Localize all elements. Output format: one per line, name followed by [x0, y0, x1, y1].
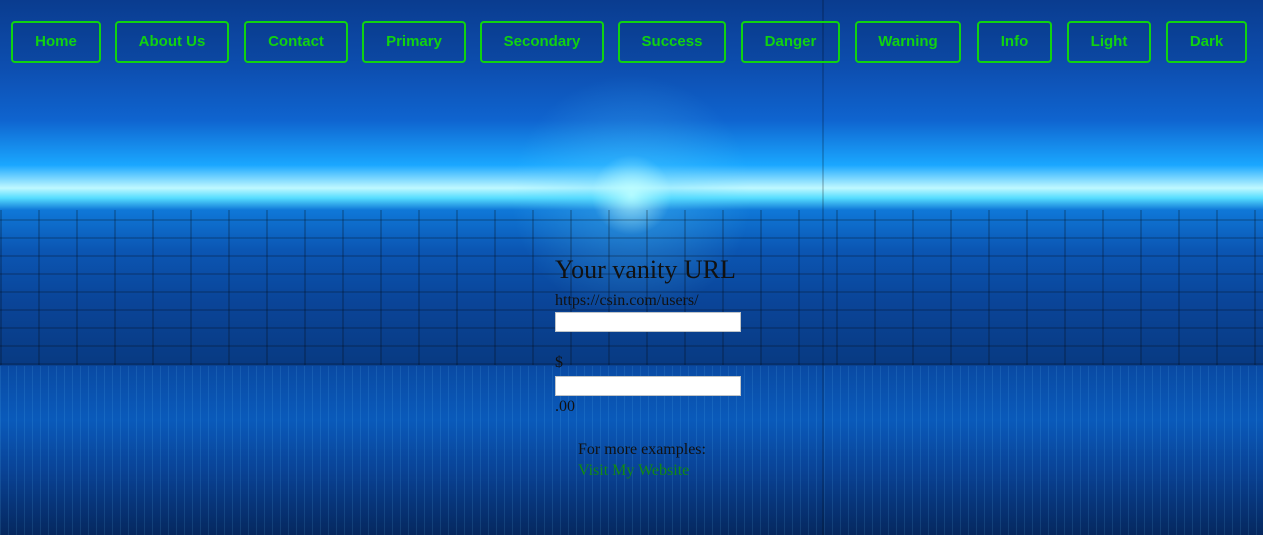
- more-examples-section: For more examples: Visit My Website: [555, 439, 815, 481]
- cents-suffix-label: .00: [555, 398, 575, 415]
- nav-contact-button[interactable]: Contact: [244, 21, 348, 63]
- nav-info-button[interactable]: Info: [977, 21, 1052, 63]
- nav-warning-button[interactable]: Warning: [855, 21, 961, 63]
- nav-primary-button[interactable]: Primary: [362, 21, 466, 63]
- more-examples-label: For more examples:: [578, 441, 706, 458]
- nav-about-us-button[interactable]: About Us: [115, 21, 229, 63]
- nav-success-button[interactable]: Success: [618, 21, 726, 63]
- visit-website-link[interactable]: Visit My Website: [578, 460, 689, 481]
- nav-secondary-button[interactable]: Secondary: [480, 21, 604, 63]
- vanity-url-form: Your vanity URL https://csin.com/users/ …: [555, 255, 815, 481]
- currency-symbol-label: $: [555, 354, 563, 371]
- nav-home-button[interactable]: Home: [11, 21, 101, 63]
- nav-light-button[interactable]: Light: [1067, 21, 1151, 63]
- top-nav: Home About Us Contact Primary Secondary …: [11, 21, 1263, 63]
- nav-danger-button[interactable]: Danger: [741, 21, 840, 63]
- url-prefix-label: https://csin.com/users/: [555, 292, 699, 309]
- amount-input[interactable]: [555, 376, 741, 396]
- vanity-url-input[interactable]: [555, 312, 741, 332]
- background-seam: [822, 0, 824, 535]
- nav-dark-button[interactable]: Dark: [1166, 21, 1247, 63]
- page-title: Your vanity URL: [555, 255, 736, 284]
